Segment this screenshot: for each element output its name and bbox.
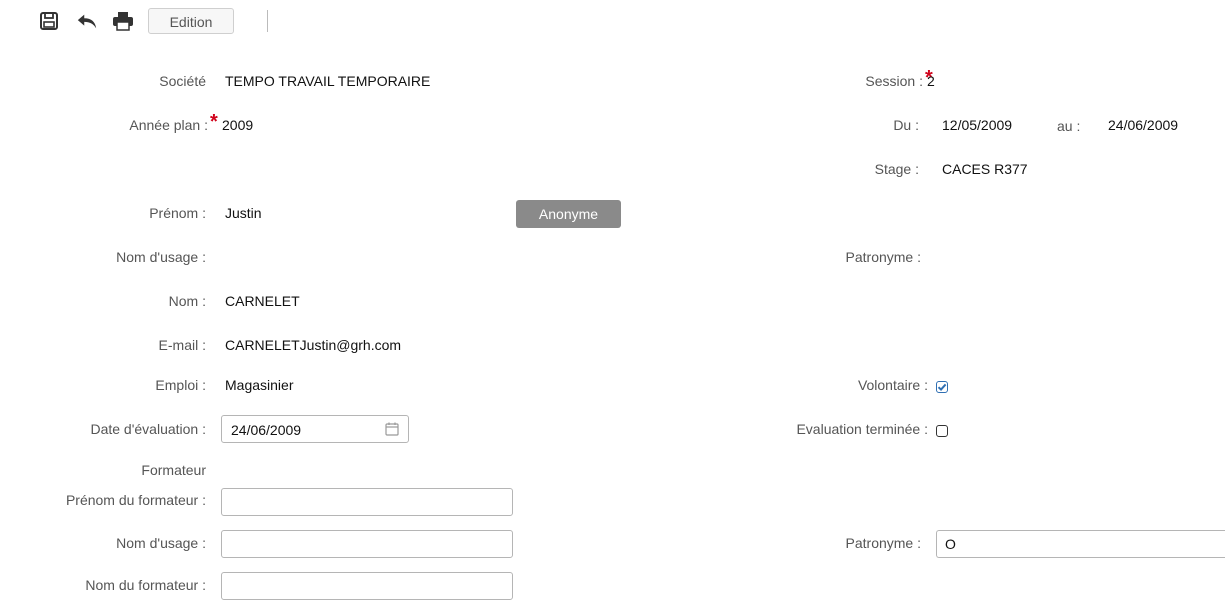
emploi-value: Magasinier — [225, 377, 294, 393]
stage-label: Stage : — [874, 161, 919, 177]
nom-formateur-label: Nom du formateur : — [85, 577, 206, 593]
annee-plan-value: 2009 — [222, 117, 254, 133]
evaluation-terminee-label: Evaluation terminée : — [796, 421, 928, 437]
date-evaluation-label: Date d'évaluation : — [90, 421, 206, 437]
stage-value: CACES R377 — [942, 161, 1028, 177]
evaluation-terminee-checkbox[interactable] — [936, 425, 948, 437]
volontaire-checkbox[interactable] — [936, 381, 948, 393]
du-label: Du : — [893, 117, 919, 133]
email-value: CARNELETJustin@grh.com — [225, 337, 402, 353]
anonyme-button[interactable]: Anonyme — [516, 200, 621, 228]
nom-formateur-input[interactable] — [221, 572, 513, 600]
prenom-label: Prénom : — [149, 205, 206, 221]
prenom-formateur-input[interactable] — [221, 488, 513, 516]
nom-usage-formateur-input[interactable] — [221, 530, 513, 558]
au-label: au : — [1057, 118, 1081, 134]
edition-button[interactable]: Edition — [148, 8, 234, 34]
required-mark: * — [210, 111, 218, 133]
patronyme-formateur-input[interactable] — [936, 530, 1225, 558]
toolbar-separator — [267, 10, 268, 32]
au-value: 24/06/2009 — [1108, 117, 1179, 133]
prenom-value: Justin — [225, 205, 262, 221]
nom-usage-formateur-label: Nom d'usage : — [116, 535, 206, 551]
emploi-label: Emploi : — [155, 377, 206, 393]
prenom-formateur-label: Prénom du formateur : — [65, 492, 206, 508]
societe-label: Société — [159, 73, 206, 89]
print-icon[interactable] — [112, 10, 134, 32]
nom-label: Nom : — [168, 293, 206, 309]
nom-usage-label: Nom d'usage : — [116, 249, 206, 265]
checkmark-icon — [937, 383, 946, 391]
du-value: 12/05/2009 — [942, 117, 1013, 133]
date-evaluation-value: 24/06/2009 — [231, 422, 302, 438]
patronyme-formateur-label: Patronyme : — [845, 535, 921, 551]
session-value: 2 — [927, 73, 935, 89]
calendar-icon[interactable] — [385, 422, 399, 439]
save-icon[interactable] — [38, 10, 60, 32]
societe-value: TEMPO TRAVAIL TEMPORAIRE — [225, 73, 431, 89]
email-label: E-mail : — [158, 337, 206, 353]
undo-icon[interactable] — [76, 10, 98, 32]
formateur-section-label: Formateur — [141, 462, 206, 478]
date-evaluation-input[interactable]: 24/06/2009 — [221, 415, 409, 443]
patronyme-label: Patronyme : — [845, 249, 921, 265]
annee-plan-label: Année plan : — [129, 117, 208, 133]
session-label: Session : — [865, 73, 923, 89]
nom-value: CARNELET — [225, 293, 300, 309]
volontaire-label: Volontaire : — [857, 377, 928, 393]
